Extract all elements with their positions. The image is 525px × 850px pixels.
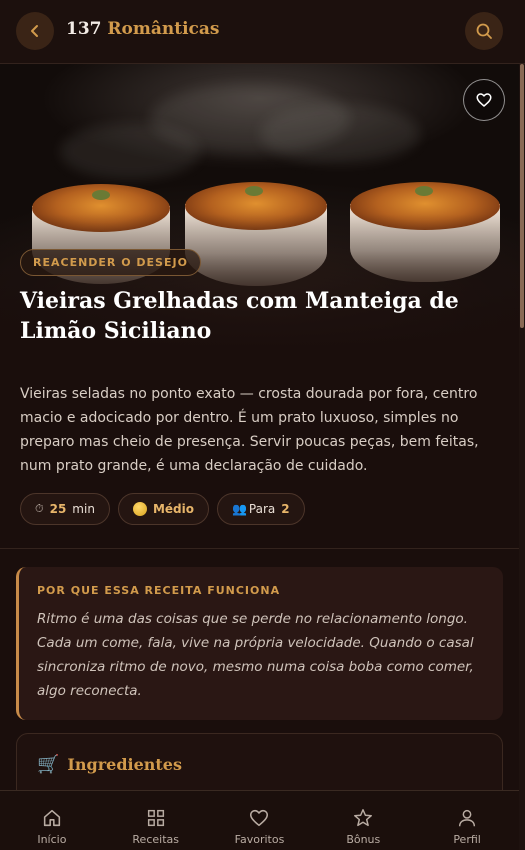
hero-image: REACENDER O DESEJO Vieiras Grelhadas com… xyxy=(0,64,519,354)
heart-icon xyxy=(250,809,269,827)
recipe-count: 137 xyxy=(66,19,102,39)
scrollbar[interactable] xyxy=(519,64,525,850)
nav-label: Bônus xyxy=(346,833,381,846)
star-icon xyxy=(354,809,373,827)
serves-chip: 👥 Para 2 xyxy=(216,493,305,525)
search-icon xyxy=(476,23,492,39)
nav-item-bonus[interactable]: Bônus xyxy=(311,791,415,850)
page-title: 137 Românticas xyxy=(66,19,220,39)
difficulty-dot-icon xyxy=(132,502,147,516)
ingredients-header: 🛒 Ingredientes xyxy=(37,754,182,775)
back-button[interactable] xyxy=(16,12,54,50)
recipe-title: Vieiras Grelhadas com Manteiga de Limão … xyxy=(20,288,459,344)
serves-value: 2 xyxy=(281,502,290,516)
timer-icon: ⏱ xyxy=(35,502,44,515)
nav-label: Receitas xyxy=(132,833,179,846)
time-value: 25 xyxy=(49,502,67,516)
cart-icon: 🛒 xyxy=(37,754,60,775)
nav-label: Favoritos xyxy=(234,833,285,846)
nav-item-inicio[interactable]: Início xyxy=(0,791,104,850)
why-it-works-text: Ritmo é uma das coisas que se perde no r… xyxy=(37,611,474,699)
serves-label: Para xyxy=(248,502,276,516)
search-button[interactable] xyxy=(465,12,503,50)
home-icon xyxy=(43,809,61,827)
bottom-navigation: Início Receitas Favoritos Bônus Perfil xyxy=(0,790,519,850)
chevron-left-icon xyxy=(31,25,38,37)
ingredients-title: Ingredientes xyxy=(67,755,182,774)
nav-item-perfil[interactable]: Perfil xyxy=(415,791,519,850)
category-name: Românticas xyxy=(107,19,220,39)
nav-label: Perfil xyxy=(453,833,481,846)
time-unit: min xyxy=(72,502,95,516)
heart-icon xyxy=(476,93,492,107)
why-it-works-label: POR QUE ESSA RECEITA FUNCIONA xyxy=(37,584,281,597)
nav-item-favoritos[interactable]: Favoritos xyxy=(208,791,312,850)
favorite-button[interactable] xyxy=(463,79,505,121)
why-it-works-card: POR QUE ESSA RECEITA FUNCIONA Ritmo é um… xyxy=(16,567,503,720)
scrollbar-thumb[interactable] xyxy=(520,64,524,328)
difficulty-value: Médio xyxy=(152,502,194,516)
time-chip: ⏱ 25 min xyxy=(20,493,110,525)
category-tag: REACENDER O DESEJO xyxy=(20,249,201,276)
people-icon: 👥 xyxy=(231,502,247,516)
steam-decoration xyxy=(260,104,420,164)
section-divider xyxy=(0,548,519,549)
steam-decoration xyxy=(60,124,200,179)
recipe-meta: ⏱ 25 min Médio 👥 Para 2 xyxy=(20,493,305,525)
grid-icon xyxy=(147,809,164,827)
difficulty-chip: Médio xyxy=(117,493,209,525)
nav-item-receitas[interactable]: Receitas xyxy=(104,791,208,850)
user-icon xyxy=(459,809,476,827)
recipe-description: Vieiras seladas no ponto exato — crosta … xyxy=(20,386,479,474)
app-header: 137 Românticas xyxy=(0,0,525,64)
nav-label: Início xyxy=(37,833,67,846)
